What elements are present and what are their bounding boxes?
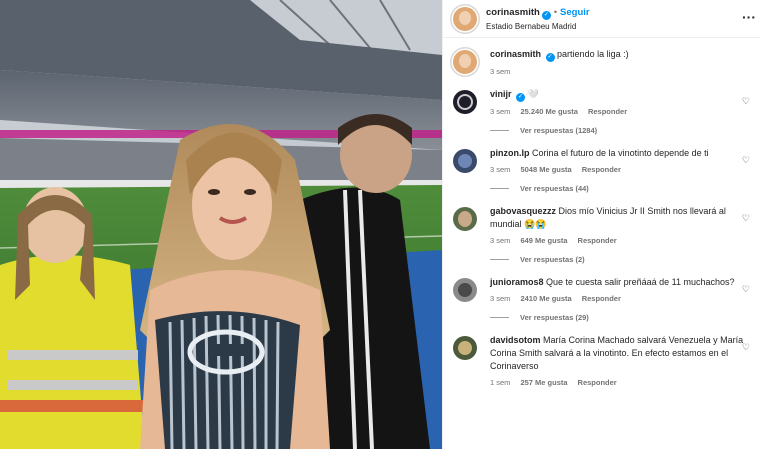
caption-text: partiendo la liga :) bbox=[557, 49, 629, 59]
verified-icon: ✓ bbox=[545, 53, 555, 62]
view-replies-button[interactable]: Ver respuestas (29) bbox=[490, 313, 750, 322]
stadium-photo bbox=[0, 0, 442, 449]
commenter-username[interactable]: gabovasquezzz bbox=[490, 206, 556, 216]
reply-button[interactable]: Responder bbox=[582, 165, 621, 174]
reply-button[interactable]: Responder bbox=[578, 236, 617, 245]
view-replies-label: Ver respuestas (44) bbox=[520, 184, 589, 193]
comment-time[interactable]: 3 sem bbox=[490, 165, 510, 174]
commenter-username[interactable]: vinijr bbox=[490, 89, 512, 99]
post-caption: corinasmith ✓ partiendo la liga :) 3 sem bbox=[453, 48, 750, 76]
comment-item: vinijr ✓ 🤍 3 sem 25.240 Me gusta Responder… bbox=[453, 88, 750, 135]
verified-icon: ✓ bbox=[541, 11, 551, 20]
like-heart-icon[interactable]: ♡ bbox=[742, 96, 750, 107]
comment-item: pinzon.lp Corina el futuro de la vinotin… bbox=[453, 147, 750, 193]
comment-likes[interactable]: 5048 Me gusta bbox=[520, 165, 571, 174]
view-replies-label: Ver respuestas (1284) bbox=[520, 126, 598, 135]
view-replies-button[interactable]: Ver respuestas (2) bbox=[490, 255, 750, 264]
caption-username[interactable]: corinasmith bbox=[490, 49, 541, 59]
like-heart-icon[interactable]: ♡ bbox=[742, 342, 750, 353]
comment-text: Corina el futuro de la vinotinto depende… bbox=[532, 148, 709, 158]
commenter-avatar[interactable] bbox=[453, 278, 477, 302]
comment-time[interactable]: 3 sem bbox=[490, 294, 510, 303]
verified-icon: ✓ bbox=[516, 93, 526, 102]
commenter-username[interactable]: pinzon.lp bbox=[490, 148, 530, 158]
comment-item: junioramos8 Que te cuesta salir preñáaá … bbox=[453, 276, 750, 322]
reply-button[interactable]: Responder bbox=[588, 107, 627, 116]
commenter-avatar[interactable] bbox=[453, 90, 477, 114]
post-header: corinasmith ✓ • Seguir Estadio Bernabeu Mad… bbox=[443, 0, 760, 38]
view-replies-button[interactable]: Ver respuestas (1284) bbox=[490, 126, 750, 135]
commenter-username[interactable]: junioramos8 bbox=[490, 277, 544, 287]
follow-button[interactable]: Seguir bbox=[560, 7, 590, 18]
comment-likes[interactable]: 649 Me gusta bbox=[520, 236, 567, 245]
commenter-avatar[interactable] bbox=[453, 149, 477, 173]
replies-line bbox=[490, 259, 509, 260]
author-avatar[interactable] bbox=[453, 6, 477, 31]
view-replies-button[interactable]: Ver respuestas (44) bbox=[490, 184, 750, 193]
commenter-avatar[interactable] bbox=[453, 207, 477, 231]
separator-dot: • bbox=[553, 7, 558, 17]
comment-time[interactable]: 3 sem bbox=[490, 236, 510, 245]
comment-text: 🤍 bbox=[527, 89, 539, 99]
reply-button[interactable]: Responder bbox=[582, 294, 621, 303]
reply-button[interactable]: Responder bbox=[578, 378, 617, 387]
comment-item: gabovasquezzz Dios mío Vinicius Jr II Sm… bbox=[453, 205, 750, 264]
view-replies-label: Ver respuestas (29) bbox=[520, 313, 589, 322]
comment-likes[interactable]: 25.240 Me gusta bbox=[520, 107, 578, 116]
like-heart-icon[interactable]: ♡ bbox=[742, 155, 750, 166]
comment-time[interactable]: 3 sem bbox=[490, 107, 510, 116]
post-photo[interactable] bbox=[0, 0, 442, 449]
replies-line bbox=[490, 188, 509, 189]
view-replies-label: Ver respuestas (2) bbox=[520, 255, 585, 264]
author-avatar[interactable] bbox=[453, 50, 477, 74]
replies-line bbox=[490, 130, 509, 131]
commenter-username[interactable]: davidsotom bbox=[490, 335, 541, 345]
comment-text: Que te cuesta salir preñáaá de 11 muchac… bbox=[546, 277, 735, 287]
comment-likes[interactable]: 257 Me gusta bbox=[520, 378, 567, 387]
comment-list: corinasmith ✓ partiendo la liga :) 3 sem… bbox=[443, 48, 760, 387]
replies-line bbox=[490, 317, 509, 318]
more-options-icon[interactable]: ··· bbox=[742, 9, 756, 25]
post-location[interactable]: Estadio Bernabeu Madrid bbox=[486, 20, 590, 33]
commenter-avatar[interactable] bbox=[453, 336, 477, 360]
like-heart-icon[interactable]: ♡ bbox=[742, 284, 750, 295]
caption-time[interactable]: 3 sem bbox=[490, 67, 510, 76]
comment-item: davidsotom María Corina Machado salvará … bbox=[453, 334, 750, 387]
comment-time[interactable]: 1 sem bbox=[490, 378, 510, 387]
comment-likes[interactable]: 2410 Me gusta bbox=[520, 294, 571, 303]
comments-panel: corinasmith ✓ • Seguir Estadio Bernabeu Mad… bbox=[442, 0, 760, 449]
like-heart-icon[interactable]: ♡ bbox=[742, 213, 750, 224]
author-username[interactable]: corinasmith bbox=[486, 7, 540, 18]
